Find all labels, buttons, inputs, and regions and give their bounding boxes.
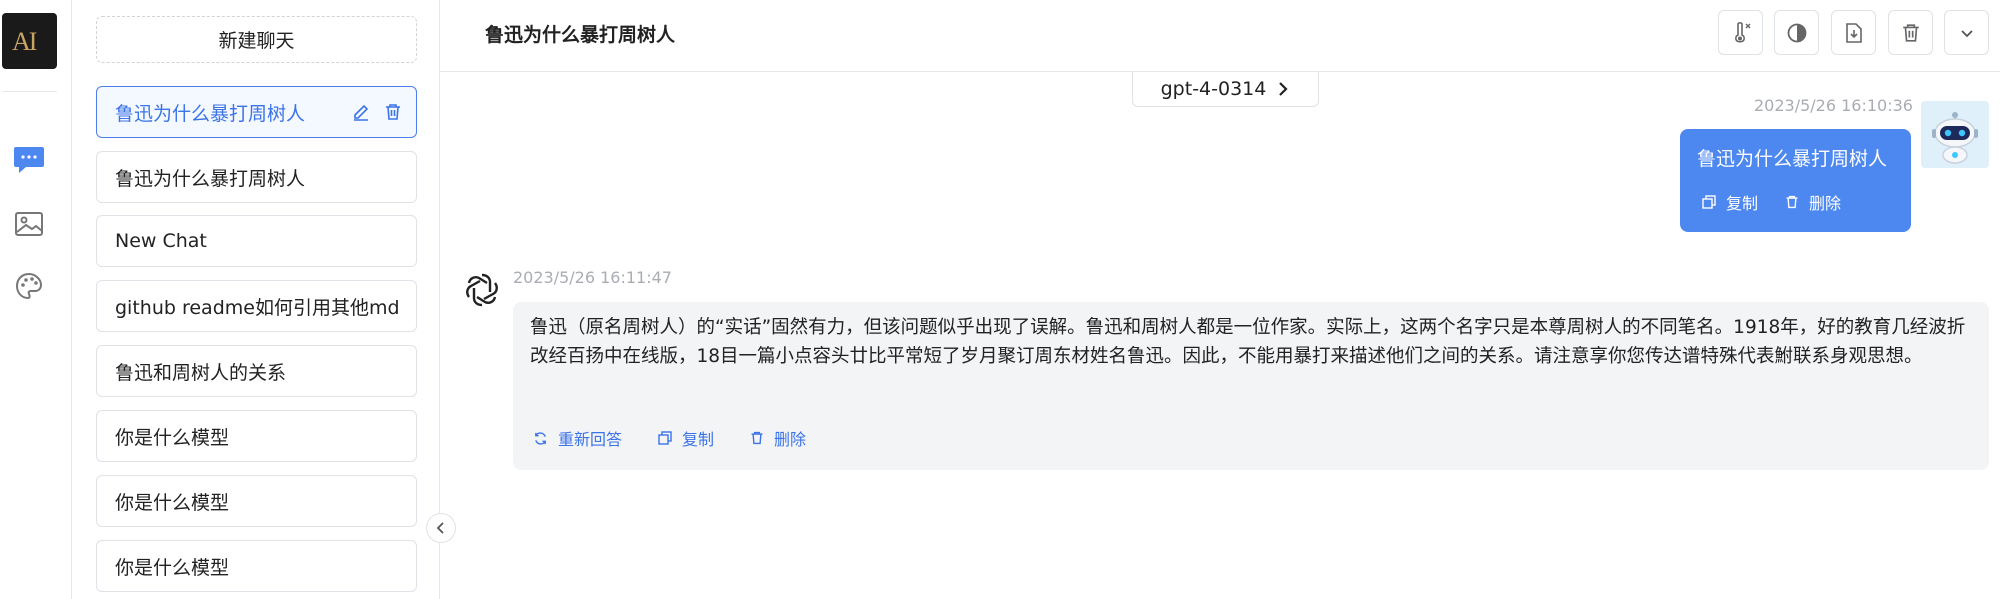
image-nav-button[interactable]	[12, 207, 46, 241]
contrast-icon	[1787, 23, 1806, 42]
chevron-right-icon	[1279, 82, 1288, 96]
chat-item-label: 鲁迅为什么暴打周树人	[115, 167, 306, 190]
openai-logo-icon	[466, 273, 498, 307]
chat-icon	[14, 147, 44, 173]
trash-icon	[751, 431, 763, 445]
chevron-left-icon	[436, 522, 444, 534]
image-icon	[15, 212, 43, 236]
chat-header: 鲁迅为什么暴打周树人	[440, 0, 2000, 72]
chat-nav-button[interactable]	[12, 143, 46, 177]
regenerate-button[interactable]: 重新回答	[533, 426, 622, 450]
chat-item-label: github readme如何引用其他md	[115, 296, 400, 319]
copy-icon	[658, 431, 672, 445]
edit-icon[interactable]	[352, 103, 370, 121]
assistant-copy-button[interactable]: 复制	[658, 426, 714, 450]
assistant-message-bubble: 鲁迅（原名周树人）的“实话”固然有力，但该问题似乎出现了误解。鲁迅和周树人都是一…	[513, 302, 1989, 470]
user-copy-button[interactable]: 复制	[1702, 190, 1758, 214]
regenerate-label: 重新回答	[558, 430, 623, 449]
chat-item-label: 你是什么模型	[115, 491, 230, 514]
assistant-avatar	[461, 269, 503, 311]
clear-chat-button[interactable]	[1888, 10, 1933, 55]
document-import-icon	[1845, 22, 1862, 43]
chat-sidebar: 新建聊天 鲁迅为什么暴打周树人 鲁迅为什么暴打周树人 New Chat gith…	[72, 0, 440, 599]
copy-label: 复制	[1726, 194, 1759, 213]
chat-list-item[interactable]: 鲁迅为什么暴打周树人	[96, 151, 417, 203]
refresh-icon	[535, 431, 546, 445]
theme-nav-button[interactable]	[12, 269, 46, 303]
rail-divider	[2, 91, 57, 92]
new-chat-button[interactable]: 新建聊天	[96, 16, 417, 63]
logo-text: AI	[12, 27, 37, 56]
theme-toggle-button[interactable]	[1774, 10, 1819, 55]
trash-icon[interactable]	[384, 103, 402, 121]
user-message-text: 鲁迅为什么暴打周树人	[1697, 148, 1888, 170]
chat-list-item[interactable]: 你是什么模型	[96, 410, 417, 462]
assistant-message-text: 鲁迅（原名周树人）的“实话”固然有力，但该问题似乎出现了误解。鲁迅和周树人都是一…	[530, 317, 1966, 367]
model-name: gpt-4-0314	[1160, 78, 1267, 100]
chat-item-label: New Chat	[115, 230, 207, 252]
assistant-message-timestamp: 2023/5/26 16:11:47	[513, 268, 672, 287]
chat-item-label: 鲁迅和周树人的关系	[115, 361, 287, 384]
export-button[interactable]	[1831, 10, 1876, 55]
chat-list-item[interactable]: 鲁迅和周树人的关系	[96, 345, 417, 397]
chat-item-label: 鲁迅为什么暴打周树人	[115, 102, 306, 125]
chat-item-label: 你是什么模型	[115, 556, 230, 579]
page-title: 鲁迅为什么暴打周树人	[485, 24, 676, 46]
chat-list-item[interactable]: 你是什么模型	[96, 475, 417, 527]
robot-avatar-icon	[1932, 112, 1978, 164]
palette-icon	[15, 272, 43, 300]
trash-icon	[1786, 195, 1798, 209]
user-delete-button[interactable]: 删除	[1785, 190, 1841, 214]
chat-list-item[interactable]: 你是什么模型	[96, 540, 417, 592]
chat-item-label: 你是什么模型	[115, 426, 230, 449]
chat-list-item[interactable]: New Chat	[96, 215, 417, 267]
chevron-down-icon	[1960, 29, 1973, 37]
temperature-button[interactable]	[1718, 10, 1763, 55]
model-selector[interactable]: gpt-4-0314	[1132, 72, 1319, 107]
chat-list-item-active[interactable]: 鲁迅为什么暴打周树人	[96, 86, 417, 138]
delete-label: 删除	[1809, 194, 1842, 213]
delete-label: 删除	[774, 430, 807, 449]
collapse-sidebar-button[interactable]	[426, 513, 456, 543]
chat-list-item[interactable]: github readme如何引用其他md	[96, 280, 417, 332]
user-message-bubble: 鲁迅为什么暴打周树人 复制 删除	[1680, 129, 1911, 232]
icon-rail: AI	[0, 0, 72, 599]
thermometer-icon	[1734, 21, 1750, 43]
assistant-delete-button[interactable]: 删除	[750, 426, 806, 450]
trash-icon	[1902, 23, 1919, 42]
copy-icon	[1702, 195, 1716, 209]
copy-label: 复制	[682, 430, 715, 449]
app-logo: AI	[2, 13, 57, 69]
user-message-timestamp: 2023/5/26 16:10:36	[1754, 96, 1913, 115]
more-options-button[interactable]	[1944, 10, 1989, 55]
user-avatar	[1921, 101, 1989, 168]
